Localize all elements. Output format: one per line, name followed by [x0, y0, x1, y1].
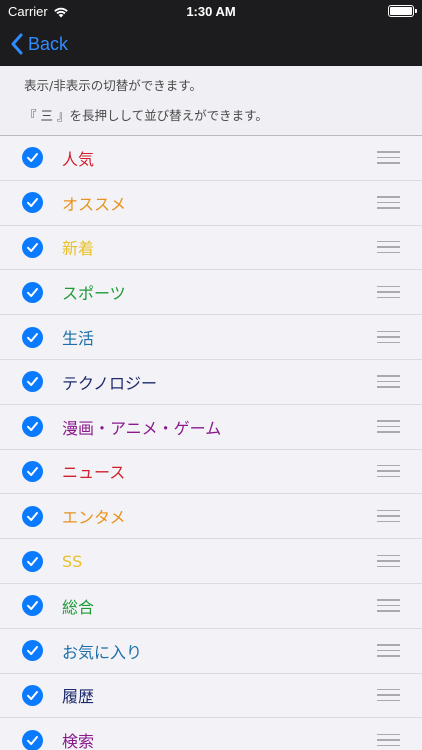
item-label: 履歴 — [62, 687, 95, 707]
item-label: お気に入り — [62, 642, 143, 662]
checkmark-icon[interactable] — [22, 550, 43, 572]
checkmark-icon[interactable] — [22, 729, 43, 750]
item-label: 総合 — [62, 597, 95, 617]
list-item[interactable]: 漫画・アニメ・ゲーム — [0, 404, 422, 450]
reorder-handle-icon[interactable] — [377, 420, 400, 433]
reorder-handle-icon[interactable] — [377, 196, 400, 209]
reorder-handle-icon[interactable] — [377, 509, 400, 523]
list-item[interactable]: オススメ — [0, 180, 422, 226]
back-button[interactable]: Back — [10, 29, 68, 59]
item-label: スポーツ — [62, 284, 126, 304]
list-item[interactable]: ニュース — [0, 449, 422, 495]
item-label: テクノロジー — [62, 373, 158, 393]
list-item[interactable]: 履歴 — [0, 673, 422, 719]
list-item[interactable]: 新着 — [0, 225, 422, 271]
reorder-handle-icon[interactable] — [377, 733, 400, 747]
header: Carrier 1:30 AM Back — [0, 0, 422, 66]
checkmark-icon[interactable] — [22, 371, 43, 393]
item-label: オススメ — [62, 194, 127, 214]
item-label: 検索 — [62, 732, 95, 750]
checkmark-icon[interactable] — [22, 281, 43, 303]
checkmark-icon[interactable] — [22, 416, 43, 438]
list-item[interactable]: エンタメ — [0, 494, 422, 540]
back-label: Back — [28, 33, 69, 54]
item-label: 漫画・アニメ・ゲーム — [62, 418, 222, 438]
list-item[interactable]: お気に入り — [0, 628, 422, 674]
list-item[interactable]: スポーツ — [0, 270, 422, 316]
status-bar: Carrier 1:30 AM — [0, 0, 422, 22]
item-label: 生活 — [62, 329, 95, 349]
reorder-handle-icon[interactable] — [377, 464, 400, 478]
item-label: ニュース — [62, 463, 126, 483]
battery-icon — [388, 5, 417, 17]
checkmark-icon[interactable] — [22, 595, 43, 617]
reorder-handle-icon[interactable] — [377, 240, 400, 254]
instruction-toggle: 表示/非表示の切替ができます。 — [24, 78, 202, 93]
reorder-handle-icon[interactable] — [377, 330, 400, 344]
list-item[interactable]: 人気 — [0, 136, 422, 181]
checkmark-icon[interactable] — [22, 505, 43, 527]
checkmark-icon[interactable] — [22, 236, 43, 258]
reorder-handle-icon[interactable] — [377, 688, 400, 702]
list-item[interactable]: 生活 — [0, 315, 422, 360]
item-label: SS — [62, 551, 83, 571]
chevron-left-icon — [11, 33, 23, 55]
category-list: 人気 オススメ 新着 スポーツ 生活 テクノロジー 漫画・アニメ・ゲーム ニュー… — [0, 136, 422, 750]
checkmark-icon[interactable] — [22, 460, 43, 482]
reorder-handle-icon[interactable] — [377, 554, 400, 568]
reorder-handle-icon[interactable] — [377, 644, 400, 657]
checkmark-icon[interactable] — [22, 147, 43, 169]
status-time: 1:30 AM — [186, 4, 236, 19]
list-item[interactable]: 総合 — [0, 583, 422, 629]
reorder-handle-icon[interactable] — [377, 375, 400, 388]
reorder-handle-icon[interactable] — [377, 599, 400, 612]
checkmark-icon[interactable] — [22, 192, 43, 214]
checkmark-icon[interactable] — [22, 640, 43, 662]
list-item[interactable]: SS — [0, 539, 422, 584]
item-label: 新着 — [62, 239, 95, 259]
item-label: エンタメ — [62, 508, 126, 528]
list-item[interactable]: 検索 — [0, 718, 422, 750]
navigation-bar: Back — [0, 22, 422, 66]
checkmark-icon[interactable] — [22, 684, 43, 706]
instruction-reorder: 『 三 』を長押しして並び替えができます。 — [24, 108, 268, 123]
reorder-handle-icon[interactable] — [377, 285, 400, 299]
instructions: 表示/非表示の切替ができます。 『 三 』を長押しして並び替えができます。 — [0, 66, 422, 136]
list-item[interactable]: テクノロジー — [0, 359, 422, 405]
reorder-handle-icon[interactable] — [377, 151, 400, 164]
item-label: 人気 — [62, 149, 95, 169]
checkmark-icon[interactable] — [22, 326, 43, 348]
